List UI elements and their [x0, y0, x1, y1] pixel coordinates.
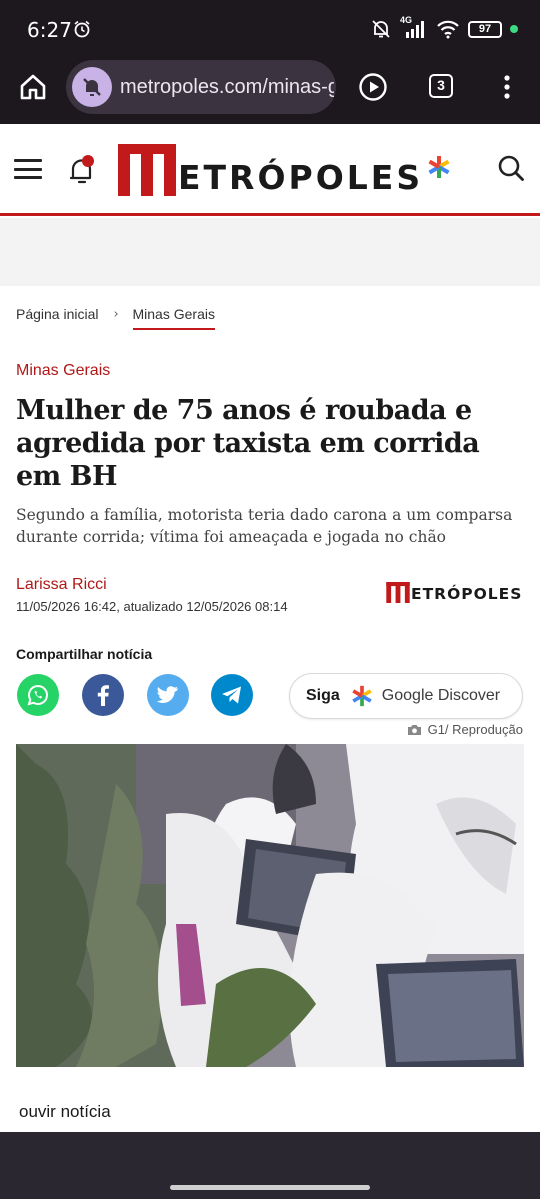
logo-m-mark	[118, 144, 176, 196]
article-title: Mulher de 75 anos é roubada e agredida p…	[16, 395, 480, 492]
article-photo[interactable]	[16, 744, 524, 1067]
alarm-icon	[74, 20, 90, 38]
url-text: metropoles.com/minas-g	[120, 75, 334, 98]
tab-switcher-button[interactable]: 3	[429, 74, 453, 98]
follow-prefix: Siga	[306, 687, 340, 704]
publisher-logo: ETRÓPOLES	[386, 582, 522, 603]
photo-credit: G1/ Reprodução	[407, 722, 523, 737]
logo-text: ETRÓPOLES	[178, 158, 424, 197]
web-page: ETRÓPOLES Página inicial Minas Gerais Mi…	[0, 124, 540, 1132]
site-notification-muted-icon[interactable]	[72, 67, 112, 107]
bell-icon[interactable]	[67, 154, 97, 186]
privacy-indicator	[510, 25, 518, 33]
telegram-icon	[222, 686, 241, 704]
camera-icon	[407, 724, 421, 735]
breadcrumb-home-link[interactable]: Página inicial	[16, 306, 99, 330]
facebook-icon	[97, 685, 109, 706]
status-bar: 6:27 4G 97	[0, 0, 540, 58]
search-icon[interactable]	[497, 154, 525, 182]
breadcrumb: Página inicial Minas Gerais	[16, 306, 215, 330]
follow-target: Google Discover	[381, 687, 501, 704]
home-gesture-bar[interactable]	[170, 1185, 370, 1190]
ad-placeholder	[0, 218, 540, 286]
twitter-share-button[interactable]	[147, 674, 189, 716]
wifi-icon	[437, 20, 459, 39]
article-subtitle: Segundo a família, motorista teria dado …	[16, 506, 513, 546]
menu-icon[interactable]	[14, 159, 42, 179]
article-section-link[interactable]: Minas Gerais	[16, 362, 110, 380]
site-logo[interactable]: ETRÓPOLES	[118, 142, 452, 196]
play-icon[interactable]	[358, 72, 388, 102]
address-bar[interactable]: metropoles.com/minas-g	[66, 60, 336, 114]
twitter-icon	[156, 686, 178, 703]
facebook-share-button[interactable]	[82, 674, 124, 716]
follow-google-discover-button[interactable]: Siga Google Discover	[289, 673, 523, 719]
google-discover-icon	[352, 685, 372, 707]
mute-icon	[372, 20, 390, 38]
whatsapp-share-button[interactable]	[17, 674, 59, 716]
publisher-logo-text: ETRÓPOLES	[411, 585, 523, 603]
signal-icon: 4G	[400, 15, 428, 39]
telegram-share-button[interactable]	[211, 674, 253, 716]
listen-to-article-button[interactable]: ouvir notícia	[19, 1102, 111, 1122]
chevron-right-icon	[113, 311, 118, 317]
more-icon[interactable]	[496, 72, 518, 102]
cctv-photo	[16, 744, 524, 1067]
network-type: 4G	[400, 15, 413, 25]
share-label: Compartilhar notícia	[16, 646, 153, 662]
battery-indicator: 97	[468, 20, 502, 38]
photo-credit-text: G1/ Reprodução	[427, 722, 523, 737]
author-link[interactable]: Larissa Ricci	[16, 576, 107, 594]
browser-toolbar: metropoles.com/minas-g 3	[0, 58, 540, 124]
status-time: 6:27	[27, 18, 72, 42]
site-header: ETRÓPOLES	[0, 124, 540, 216]
home-icon[interactable]	[18, 72, 48, 102]
article-dates: 11/05/2026 16:42, atualizado 12/05/2026 …	[16, 599, 288, 614]
whatsapp-icon	[27, 684, 48, 706]
logo-asterisk-icon	[428, 156, 450, 178]
logo-m-mark-small	[386, 582, 410, 603]
breadcrumb-current-link[interactable]: Minas Gerais	[132, 306, 215, 330]
